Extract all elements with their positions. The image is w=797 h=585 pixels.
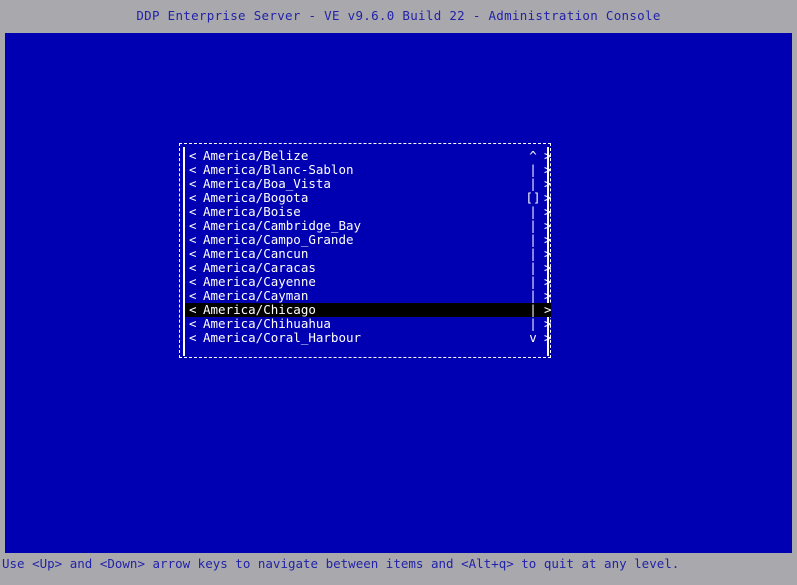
timezone-list[interactable]: < America/Belize ^ > < America/Blanc-Sablon | >… [185, 148, 552, 345]
list-item[interactable]: < America/Campo_Grande | > [185, 232, 552, 247]
admin-console-screen: DDP Enterprise Server - VE v9.6.0 Build … [0, 0, 797, 585]
list-item[interactable]: < America/Belize ^ > [185, 148, 552, 163]
scrollbar-glyph[interactable]: | [525, 289, 541, 303]
scrollbar-glyph[interactable]: | [525, 317, 541, 331]
item-left-bracket-icon: < [189, 190, 197, 205]
scrollbar-glyph[interactable]: | [525, 275, 541, 289]
list-item-label: America/Cayman [203, 288, 309, 303]
timezone-select-dialog: < America/Belize ^ > < America/Blanc-Sablon | >… [179, 143, 552, 358]
item-right-bracket-icon: > [544, 190, 552, 205]
title-bar: DDP Enterprise Server - VE v9.6.0 Build … [0, 0, 797, 33]
list-item-label: America/Boa_Vista [203, 176, 331, 191]
list-item-label: America/Cayenne [203, 274, 316, 289]
list-item[interactable]: < America/Blanc-Sablon | > [185, 162, 552, 177]
scrollbar-glyph[interactable]: | [525, 219, 541, 233]
item-left-bracket-icon: < [189, 148, 197, 163]
list-item[interactable]: < America/Chicago | > [185, 302, 552, 317]
item-right-bracket-icon: > [544, 260, 552, 275]
list-item[interactable]: < America/Cayenne | > [185, 274, 552, 289]
item-left-bracket-icon: < [189, 302, 197, 317]
item-right-bracket-icon: > [544, 246, 552, 261]
list-item[interactable]: < America/Coral_Harbour v > [185, 330, 552, 345]
item-left-bracket-icon: < [189, 330, 197, 345]
list-item-label: America/Cancun [203, 246, 309, 261]
item-left-bracket-icon: < [189, 246, 197, 261]
item-left-bracket-icon: < [189, 218, 197, 233]
item-left-bracket-icon: < [189, 288, 197, 303]
item-left-bracket-icon: < [189, 162, 197, 177]
list-item-label: America/Boise [203, 204, 301, 219]
list-item[interactable]: < America/Boise | > [185, 204, 552, 219]
list-item-label: America/Coral_Harbour [203, 330, 362, 345]
item-right-bracket-icon: > [544, 148, 552, 163]
item-right-bracket-icon: > [544, 204, 552, 219]
scrollbar-glyph[interactable]: | [525, 177, 541, 191]
item-right-bracket-icon: > [544, 316, 552, 331]
item-right-bracket-icon: > [544, 302, 552, 317]
list-item-label: America/Chicago [203, 302, 316, 317]
list-item[interactable]: < America/Boa_Vista | > [185, 176, 552, 191]
item-right-bracket-icon: > [544, 162, 552, 177]
item-left-bracket-icon: < [189, 316, 197, 331]
page-title: DDP Enterprise Server - VE v9.6.0 Build … [136, 8, 661, 23]
list-item[interactable]: < America/Caracas | > [185, 260, 552, 275]
scrollbar-glyph[interactable]: [] [525, 191, 541, 205]
list-item[interactable]: < America/Bogota [] > [185, 190, 552, 205]
scrollbar-glyph[interactable]: | [525, 247, 541, 261]
scrollbar-glyph[interactable]: | [525, 303, 541, 317]
scrollbar-glyph[interactable]: | [525, 205, 541, 219]
item-right-bracket-icon: > [544, 218, 552, 233]
item-left-bracket-icon: < [189, 260, 197, 275]
list-item-label: America/Blanc-Sablon [203, 162, 354, 177]
dialog-inner-frame: < America/Belize ^ > < America/Blanc-Sablon | >… [183, 147, 552, 356]
console-body: < America/Belize ^ > < America/Blanc-Sablon | >… [5, 33, 792, 553]
scrollbar-glyph[interactable]: v [525, 331, 541, 345]
list-item[interactable]: < America/Cayman | > [185, 288, 552, 303]
item-left-bracket-icon: < [189, 232, 197, 247]
status-hint: Use <Up> and <Down> arrow keys to naviga… [2, 556, 680, 571]
item-right-bracket-icon: > [544, 274, 552, 289]
item-left-bracket-icon: < [189, 274, 197, 289]
item-right-bracket-icon: > [544, 330, 552, 345]
list-item-label: America/Chihuahua [203, 316, 331, 331]
list-item[interactable]: < America/Chihuahua | > [185, 316, 552, 331]
item-right-bracket-icon: > [544, 176, 552, 191]
item-left-bracket-icon: < [189, 204, 197, 219]
status-bar: Use <Up> and <Down> arrow keys to naviga… [0, 553, 797, 585]
item-right-bracket-icon: > [544, 232, 552, 247]
list-item[interactable]: < America/Cancun | > [185, 246, 552, 261]
scrollbar-glyph[interactable]: | [525, 163, 541, 177]
scrollbar-glyph[interactable]: | [525, 233, 541, 247]
scrollbar-glyph[interactable]: | [525, 261, 541, 275]
scrollbar-glyph[interactable]: ^ [525, 149, 541, 163]
list-item-label: America/Campo_Grande [203, 232, 354, 247]
list-item-label: America/Cambridge_Bay [203, 218, 362, 233]
list-item-label: America/Caracas [203, 260, 316, 275]
item-right-bracket-icon: > [544, 288, 552, 303]
list-item[interactable]: < America/Cambridge_Bay | > [185, 218, 552, 233]
list-item-label: America/Belize [203, 148, 309, 163]
item-left-bracket-icon: < [189, 176, 197, 191]
list-item-label: America/Bogota [203, 190, 309, 205]
